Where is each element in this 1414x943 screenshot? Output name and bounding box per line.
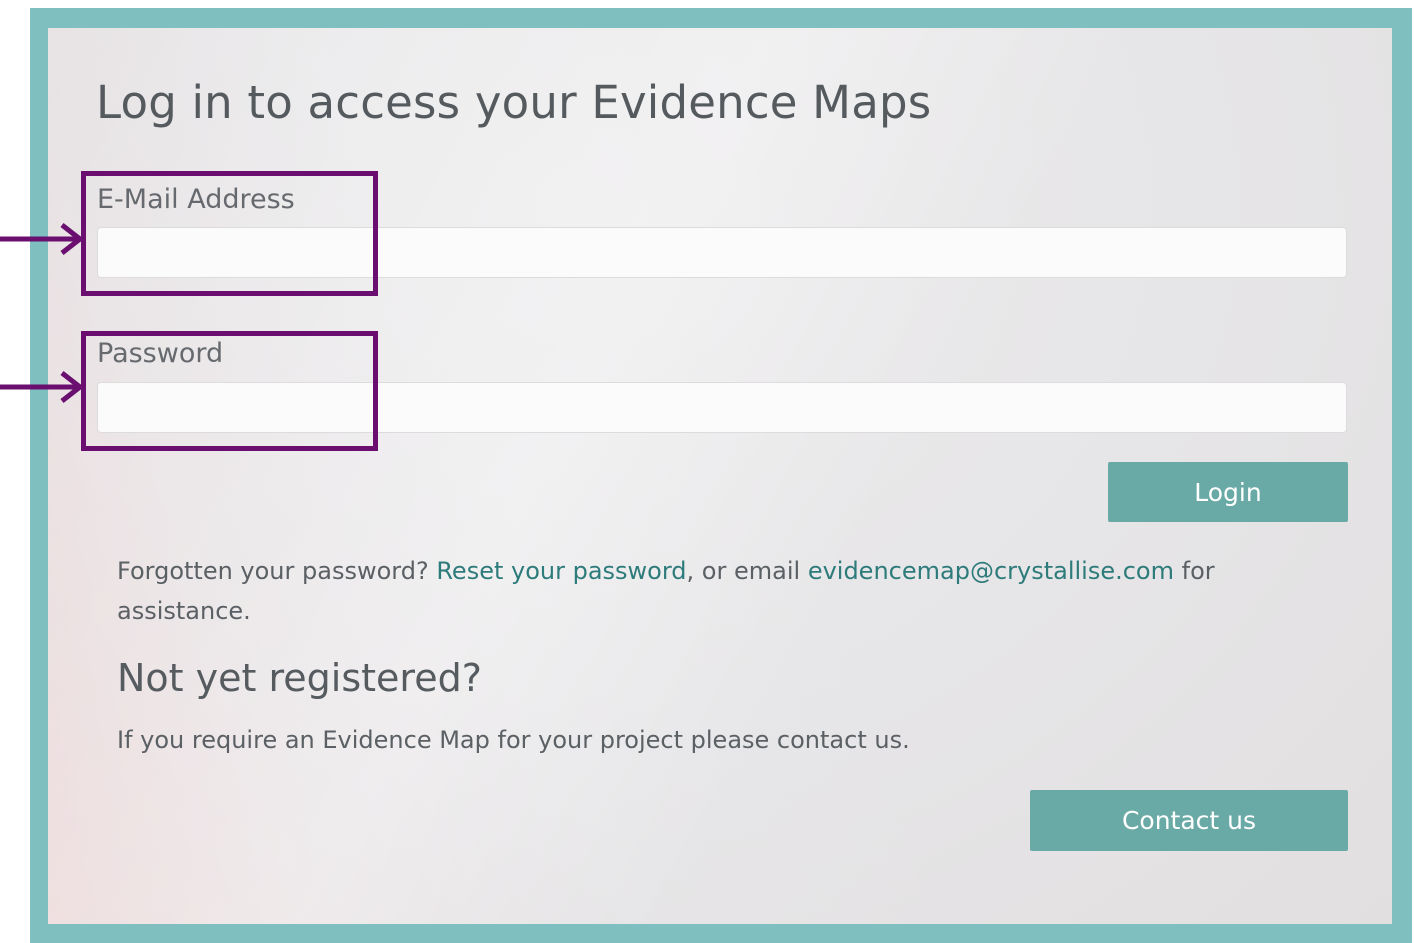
password-highlight-box xyxy=(81,331,378,451)
help-prefix: Forgotten your password? xyxy=(117,557,437,585)
contact-us-button[interactable]: Contact us xyxy=(1030,790,1348,851)
password-help-text: Forgotten your password? Reset your pass… xyxy=(117,551,1327,631)
page-title: Log in to access your Evidence Maps xyxy=(96,76,932,129)
login-button[interactable]: Login xyxy=(1108,462,1348,522)
support-email-link[interactable]: evidencemap@crystallise.com xyxy=(808,557,1174,585)
email-highlight-box xyxy=(81,171,378,296)
register-text: If you require an Evidence Map for your … xyxy=(117,726,910,754)
arrow-right-icon xyxy=(0,223,85,255)
help-middle: , or email xyxy=(686,557,808,585)
reset-password-link[interactable]: Reset your password xyxy=(436,557,686,585)
arrow-right-icon xyxy=(0,371,85,403)
register-heading: Not yet registered? xyxy=(117,656,482,700)
